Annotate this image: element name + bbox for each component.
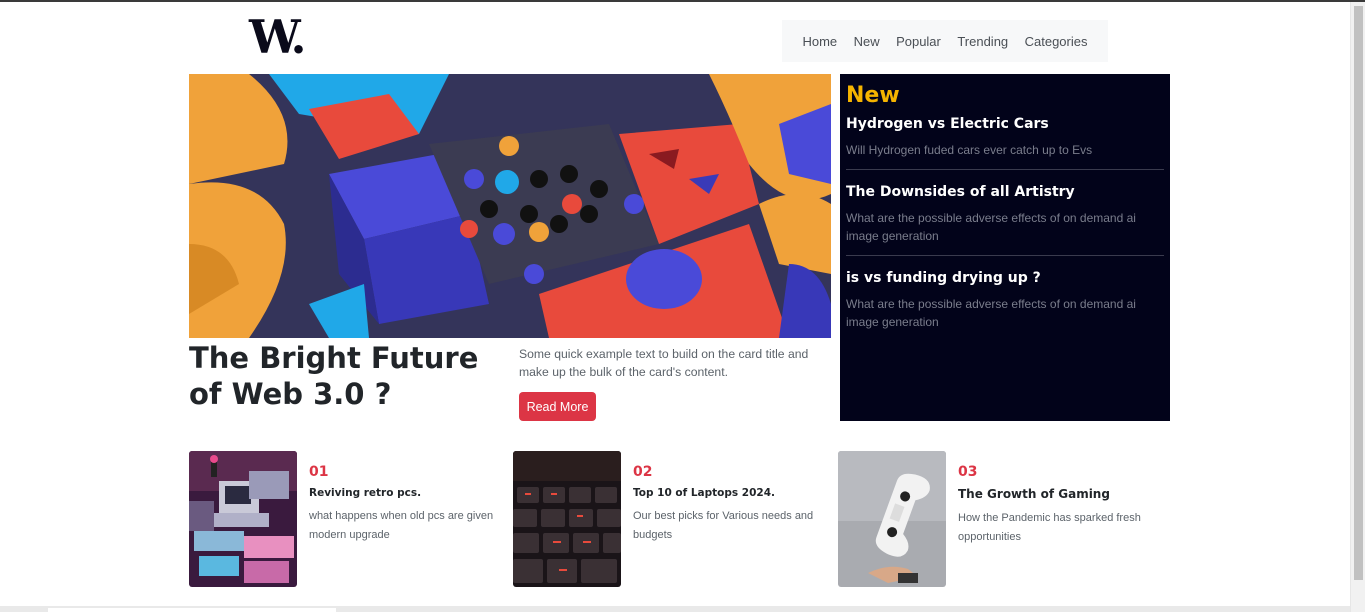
retro-computer-image xyxy=(189,451,297,587)
new-heading: New xyxy=(846,83,900,108)
horizontal-scrollbar[interactable] xyxy=(0,606,1350,612)
new-item-desc: What are the possible adverse effects of… xyxy=(846,297,1136,329)
article-card[interactable]: 02 Top 10 of Laptops 2024. Our best pick… xyxy=(513,451,833,587)
main-nav: Home New Popular Trending Categories xyxy=(782,20,1108,62)
read-more-button[interactable]: Read More xyxy=(519,392,596,421)
card-description: How the Pandemic has sparked fresh oppor… xyxy=(958,512,1141,543)
new-item-title[interactable]: The Downsides of all Artistry xyxy=(846,182,1164,202)
card-title[interactable]: The Growth of Gaming xyxy=(958,487,1110,501)
nav-popular[interactable]: Popular xyxy=(896,34,941,49)
hero-description: Some quick example text to build on the … xyxy=(519,347,809,379)
keyboard-image xyxy=(513,451,621,587)
nav-trending[interactable]: Trending xyxy=(957,34,1008,49)
card-description: what happens when old pcs are given mode… xyxy=(309,510,494,541)
new-item[interactable]: The Downsides of all Artistry What are t… xyxy=(846,182,1164,256)
card-title[interactable]: Reviving retro pcs. xyxy=(309,487,421,499)
brand-logo[interactable]: W. xyxy=(249,14,306,60)
nav-new[interactable]: New xyxy=(854,34,880,49)
new-item[interactable]: is vs funding drying up ? What are the p… xyxy=(846,268,1164,341)
hero-title[interactable]: The Bright Future of Web 3.0 ? xyxy=(189,340,499,412)
card-description: Our best picks for Various needs and bud… xyxy=(633,510,814,541)
scrollbar-thumb[interactable] xyxy=(1354,6,1363,580)
new-item-desc: Will Hydrogen fuded cars ever catch up t… xyxy=(846,143,1093,157)
article-card[interactable]: 03 The Growth of Gaming How the Pandemic… xyxy=(838,451,1158,587)
game-controller-image xyxy=(838,451,946,587)
article-card[interactable]: 01 Reviving retro pcs. what happens when… xyxy=(189,451,509,587)
card-title[interactable]: Top 10 of Laptops 2024. xyxy=(633,487,775,499)
window-top-border xyxy=(0,0,1365,2)
hero-image xyxy=(189,74,831,338)
horizontal-scrollbar-thumb[interactable] xyxy=(48,608,336,612)
nav-home[interactable]: Home xyxy=(802,34,837,49)
new-item-title[interactable]: Hydrogen vs Electric Cars xyxy=(846,114,1164,134)
new-item-desc: What are the possible adverse effects of… xyxy=(846,211,1136,243)
nav-categories[interactable]: Categories xyxy=(1025,34,1088,49)
new-panel: New Hydrogen vs Electric Cars Will Hydro… xyxy=(840,74,1170,421)
new-item-title[interactable]: is vs funding drying up ? xyxy=(846,268,1164,288)
card-number: 02 xyxy=(633,464,653,480)
card-number: 01 xyxy=(309,464,329,480)
vertical-scrollbar[interactable] xyxy=(1350,2,1365,612)
new-item[interactable]: Hydrogen vs Electric Cars Will Hydrogen … xyxy=(846,114,1164,170)
card-number: 03 xyxy=(958,464,978,480)
